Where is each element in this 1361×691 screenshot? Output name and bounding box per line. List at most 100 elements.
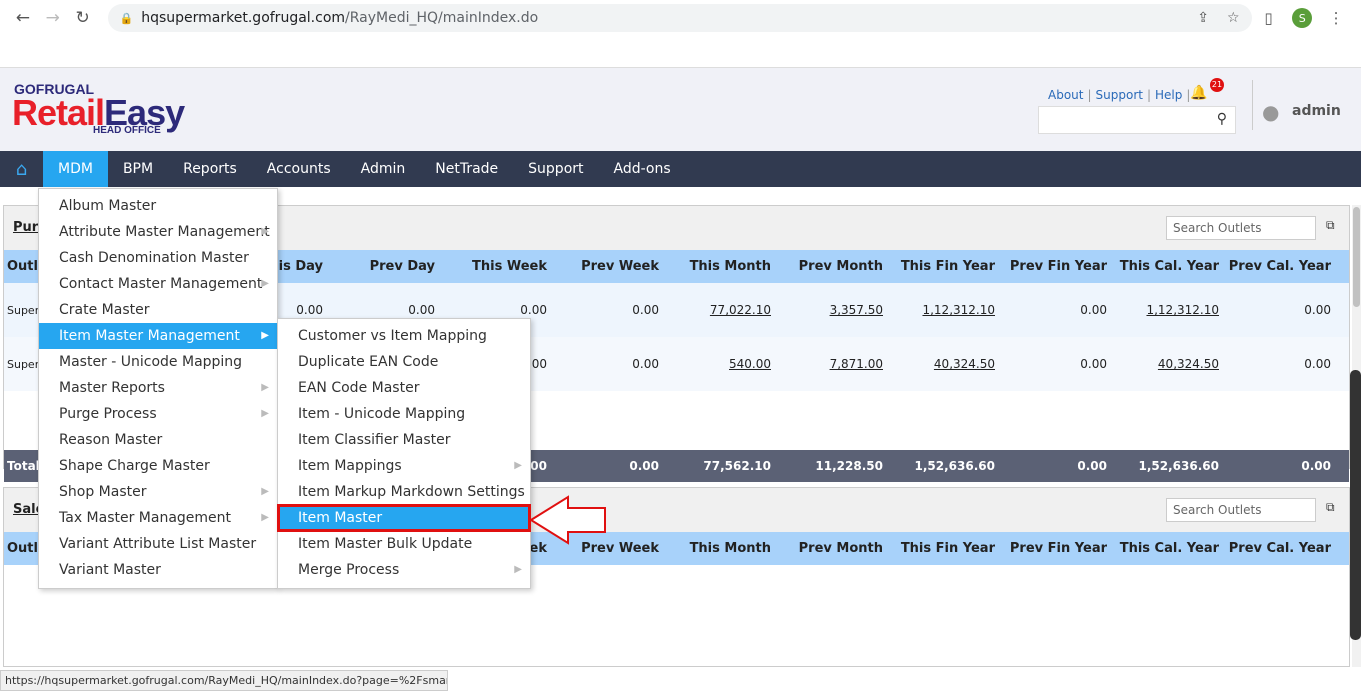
column-header[interactable]: Prev Cal. Year	[1223, 259, 1335, 274]
menu-item-ean-code-master[interactable]: EAN Code Master	[278, 375, 530, 401]
menu-item-customer-vs-item-mapping[interactable]: Customer vs Item Mapping	[278, 323, 530, 349]
value-cell[interactable]: 77,022.10	[663, 303, 775, 317]
menu-item-album-master[interactable]: Album Master	[39, 193, 277, 219]
menu-accounts[interactable]: Accounts	[252, 151, 346, 187]
column-header[interactable]: Prev Month	[775, 259, 887, 274]
menu-item-item-master[interactable]: Item Master	[277, 504, 531, 532]
column-header[interactable]: Prev Month	[775, 541, 887, 556]
menu-bpm[interactable]: BPM	[108, 151, 168, 187]
back-icon[interactable]: ←	[8, 8, 38, 28]
menu-item-item-classifier-master[interactable]: Item Classifier Master	[278, 427, 530, 453]
menu-mdm[interactable]: MDM	[43, 151, 108, 187]
total-cell: 1,52,636.60	[914, 459, 995, 473]
menu-item-tax-master-management[interactable]: Tax Master Management ▶	[39, 505, 277, 531]
total-cell: 1,52,636.60	[1138, 459, 1219, 473]
menu-item-label: Master - Unicode Mapping	[59, 354, 243, 370]
menu-item-label: Shape Charge Master	[59, 458, 210, 474]
total-cell: 77,562.10	[703, 459, 771, 473]
chevron-right-icon: ▶	[261, 382, 269, 393]
menu-item-item-unicode-mapping[interactable]: Item - Unicode Mapping	[278, 401, 530, 427]
column-header[interactable]: This Fin Year	[887, 541, 999, 556]
menu-item-item-markup-markdown-settings[interactable]: Item Markup Markdown Settings	[278, 479, 530, 505]
column-header[interactable]: This Week	[439, 259, 551, 274]
column-header[interactable]: Prev Day	[327, 259, 439, 274]
overlay-scrollbar[interactable]	[1350, 370, 1361, 640]
menu-support[interactable]: Support	[513, 151, 598, 187]
logo-subtitle: HEAD OFFICE	[93, 125, 161, 136]
menu-item-cash-denomination-master[interactable]: Cash Denomination Master	[39, 245, 277, 271]
home-icon[interactable]: ⌂	[0, 159, 43, 180]
menu-item-label: Tax Master Management	[59, 510, 232, 526]
search-icon[interactable]: ⚲	[1217, 111, 1227, 127]
search-outlets-input[interactable]: Search Outlets	[1166, 216, 1316, 240]
external-link-icon[interactable]: ⧉	[1326, 218, 1335, 233]
reload-icon[interactable]: ↻	[68, 8, 98, 28]
menu-icon[interactable]: ⋮	[1319, 9, 1353, 27]
menu-item-shape-charge-master[interactable]: Shape Charge Master	[39, 453, 277, 479]
menu-item-item-mappings[interactable]: Item Mappings ▶	[278, 453, 530, 479]
menu-item-item-master-management[interactable]: Item Master Management ▶	[39, 323, 277, 349]
bell-icon[interactable]: 🔔	[1190, 85, 1207, 101]
column-header[interactable]: This Cal. Year	[1111, 541, 1223, 556]
menu-item-attribute-master-management[interactable]: Attribute Master Management ▶	[39, 219, 277, 245]
menu-item-contact-master-management[interactable]: Contact Master Management ▶	[39, 271, 277, 297]
menu-item-label: Item Master Bulk Update	[298, 536, 473, 552]
chevron-right-icon: ▶	[514, 564, 522, 575]
menu-nettrade[interactable]: NetTrade	[420, 151, 513, 187]
value-cell[interactable]: 1,12,312.10	[1111, 303, 1223, 317]
menu-admin[interactable]: Admin	[346, 151, 421, 187]
mdm-dropdown: Album Master Attribute Master Management ▶…	[38, 188, 278, 589]
external-link-icon[interactable]: ⧉	[1326, 500, 1335, 515]
value-cell[interactable]: 40,324.50	[1111, 357, 1223, 371]
profile-avatar[interactable]: S	[1292, 8, 1313, 29]
forward-icon[interactable]: →	[38, 8, 68, 28]
column-header[interactable]: This Month	[663, 259, 775, 274]
value-cell[interactable]: 7,871.00	[775, 357, 887, 371]
column-header[interactable]: Prev Fin Year	[999, 259, 1111, 274]
menu-item-reason-master[interactable]: Reason Master	[39, 427, 277, 453]
menu-item-purge-process[interactable]: Purge Process ▶	[39, 401, 277, 427]
menu-reports[interactable]: Reports	[168, 151, 252, 187]
item-master-submenu: Customer vs Item Mapping Duplicate EAN Co…	[277, 318, 531, 589]
total-cell: 0.00	[1301, 459, 1331, 473]
chevron-right-icon: ▶	[261, 512, 269, 523]
menu-addons[interactable]: Add-ons	[599, 151, 686, 187]
search-outlets-input[interactable]: Search Outlets	[1166, 498, 1316, 522]
menu-item-label: Variant Master	[59, 562, 161, 578]
address-bar[interactable]: 🔒 hqsupermarket.gofrugal.com/RayMedi_HQ/m…	[107, 4, 1252, 32]
support-link[interactable]: Support	[1096, 88, 1143, 102]
menu-item-label: Contact Master Management	[59, 276, 263, 292]
menu-item-duplicate-ean-code[interactable]: Duplicate EAN Code	[278, 349, 530, 375]
about-link[interactable]: About	[1048, 88, 1083, 102]
value-cell[interactable]: 540.00	[663, 357, 775, 371]
menu-item-master-unicode-mapping[interactable]: Master - Unicode Mapping	[39, 349, 277, 375]
app-header: GOFRUGAL RetailEasy HEAD OFFICE About | Su…	[0, 68, 1361, 151]
menu-item-master-reports[interactable]: Master Reports ▶	[39, 375, 277, 401]
lock-icon: 🔒	[119, 11, 134, 25]
column-header[interactable]: This Fin Year	[887, 259, 999, 274]
menu-item-label: Reason Master	[59, 432, 163, 448]
username[interactable]: admin	[1292, 103, 1341, 119]
column-header[interactable]: Prev Fin Year	[999, 541, 1111, 556]
header-search-input[interactable]: ⚲	[1038, 106, 1236, 134]
column-header[interactable]: This Month	[663, 541, 775, 556]
value-cell[interactable]: 1,12,312.10	[887, 303, 999, 317]
menu-item-label: Album Master	[59, 198, 157, 214]
column-header[interactable]: Prev Week	[551, 259, 663, 274]
star-icon[interactable]: ☆	[1227, 10, 1240, 26]
menu-item-label: Variant Attribute List Master	[59, 536, 257, 552]
help-link[interactable]: Help	[1155, 88, 1182, 102]
value-cell[interactable]: 3,357.50	[775, 303, 887, 317]
menu-item-item-master-bulk-update[interactable]: Item Master Bulk Update	[278, 531, 530, 557]
menu-item-merge-process[interactable]: Merge Process ▶	[278, 557, 530, 583]
value-cell[interactable]: 40,324.50	[887, 357, 999, 371]
url-path: /RayMedi_HQ/mainIndex.do	[345, 10, 539, 26]
menu-item-crate-master[interactable]: Crate Master	[39, 297, 277, 323]
menu-item-shop-master[interactable]: Shop Master ▶	[39, 479, 277, 505]
share-icon[interactable]: ⇪	[1197, 10, 1209, 26]
column-header[interactable]: Prev Cal. Year	[1223, 541, 1335, 556]
column-header[interactable]: This Cal. Year	[1111, 259, 1223, 274]
menu-item-variant-master[interactable]: Variant Master	[39, 557, 277, 583]
menu-item-variant-attribute-list-master[interactable]: Variant Attribute List Master	[39, 531, 277, 557]
sidepanel-icon[interactable]: ▯	[1252, 9, 1286, 27]
